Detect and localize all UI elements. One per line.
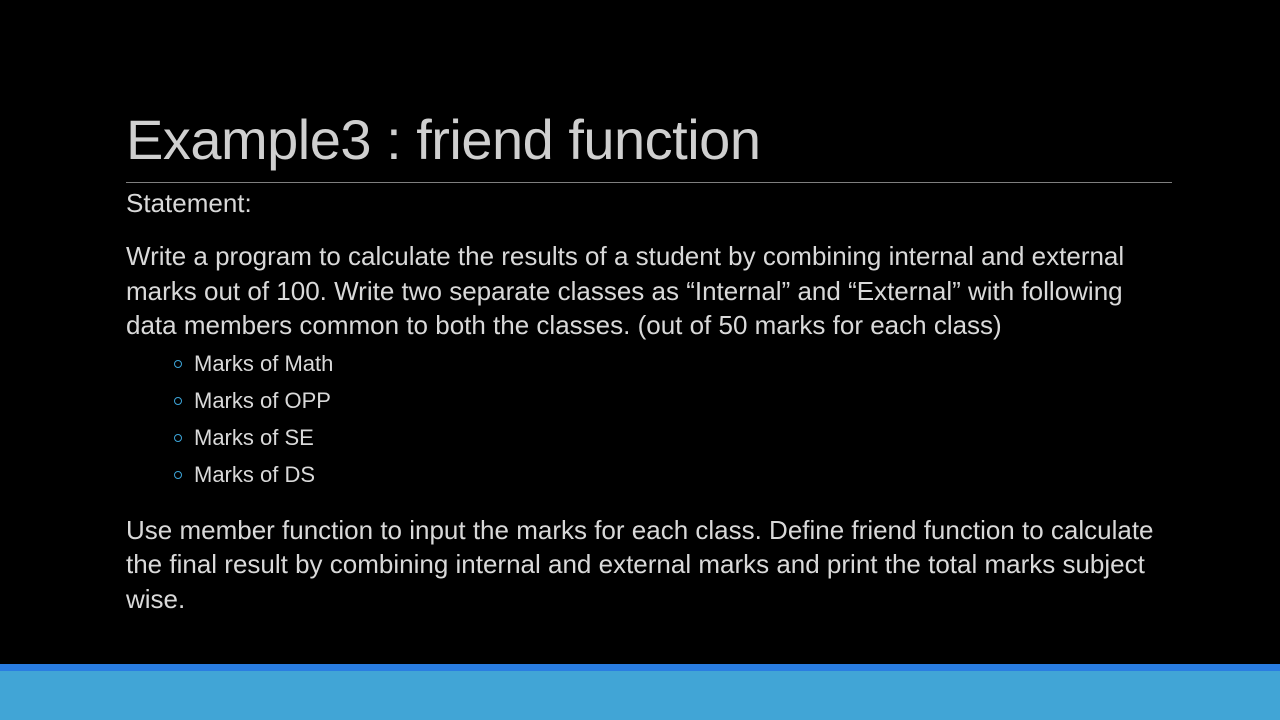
list-item-label: Marks of DS [194, 462, 316, 487]
list-item: Marks of SE [174, 420, 1176, 457]
list-item: Marks of Math [174, 346, 1176, 383]
bullet-icon [174, 434, 182, 442]
paragraph-2: Use member function to input the marks f… [126, 514, 1154, 614]
list-item: Marks of OPP [174, 383, 1176, 420]
list-item-label: Marks of OPP [194, 388, 331, 413]
footer-bar [0, 671, 1280, 720]
slide-title: Example3 : friend function [126, 108, 761, 171]
list-item-label: Marks of Math [194, 351, 334, 376]
list-item-label: Marks of SE [194, 425, 314, 450]
data-members-list: Marks of Math Marks of OPP Marks of SE M… [126, 346, 1176, 494]
statement-label: Statement: [126, 188, 252, 218]
bullet-icon [174, 471, 182, 479]
slide-body: Statement: Write a program to calculate … [126, 186, 1176, 616]
paragraph-1: Write a program to calculate the results… [126, 241, 1125, 340]
list-item: Marks of DS [174, 457, 1176, 494]
bullet-icon [174, 397, 182, 405]
footer-accent-line [0, 664, 1280, 671]
title-divider [126, 182, 1172, 183]
bullet-icon [174, 360, 182, 368]
slide: Example3 : friend function Statement: Wr… [0, 0, 1280, 720]
